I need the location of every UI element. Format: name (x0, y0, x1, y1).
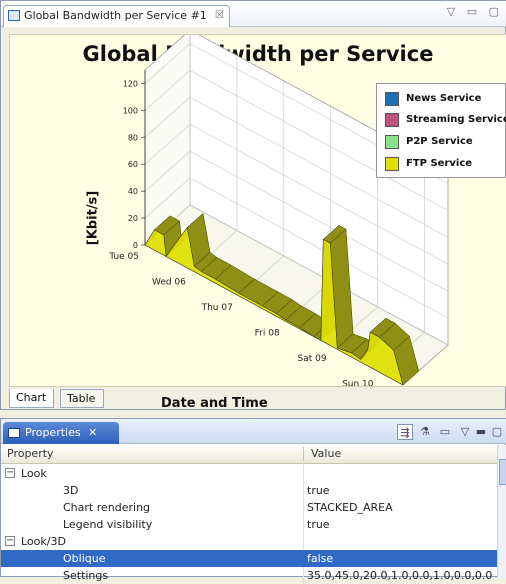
y-tick-label: 40 (128, 187, 138, 196)
property-value[interactable]: 35.0,45.0,20.0,1.0,0.0,1.0,0.0,0.0 (307, 567, 492, 584)
property-label: Legend visibility (63, 518, 153, 531)
minimize-icon[interactable]: ▬ (473, 424, 489, 440)
property-label: Oblique (63, 552, 106, 565)
property-row-oblique[interactable]: Oblique false (1, 550, 497, 567)
property-group-label: Look (21, 467, 47, 480)
properties-toolbar: ⇶ ⚗ ▭ ▽ ▬ ▢ (397, 424, 502, 440)
row-divider (303, 516, 304, 533)
legend-label: P2P Service (406, 136, 473, 147)
y-tick-label: 0 (133, 241, 138, 250)
row-divider (303, 465, 304, 482)
row-divider (303, 533, 304, 550)
row-divider (303, 567, 304, 584)
x-tick-label: Thu 07 (201, 303, 233, 313)
editor-tab-label: Global Bandwidth per Service #1 (24, 9, 207, 22)
y-tick-label: 120 (123, 80, 138, 89)
property-group-look[interactable]: − Look (1, 465, 497, 482)
chart-editor-icon (8, 10, 20, 21)
y-axis-label: [Kbit/s] (85, 190, 101, 246)
property-row-settings[interactable]: Settings 35.0,45.0,20.0,1.0,0.0,1.0,0.0,… (1, 567, 497, 584)
property-label: Chart rendering (63, 501, 151, 514)
property-value[interactable]: STACKED_AREA (307, 499, 393, 516)
property-value[interactable]: true (307, 482, 330, 499)
y-tick-label: 80 (128, 133, 138, 142)
column-value[interactable]: Value (311, 445, 341, 463)
chart-legend: News Service Streaming Service P2P Servi… (376, 83, 506, 178)
row-divider (303, 550, 304, 567)
legend-label: FTP Service (406, 158, 473, 169)
property-value[interactable]: false (307, 550, 333, 567)
legend-swatch (385, 113, 399, 127)
collapse-icon[interactable]: − (5, 468, 15, 478)
properties-tab[interactable]: Properties ✕ (3, 422, 119, 444)
editor-tab[interactable]: Global Bandwidth per Service #1 ☒ (3, 5, 230, 27)
property-value[interactable]: true (307, 516, 330, 533)
x-tick-label: Sun 10 (342, 379, 374, 386)
property-group-label: Look/3D (21, 535, 66, 548)
view-menu-icon[interactable]: ▽ (457, 424, 473, 440)
x-tick-label: Fri 08 (255, 328, 280, 338)
advanced-icon[interactable]: ⚗ (417, 424, 433, 440)
legend-swatch (385, 157, 399, 171)
properties-column-header: Property Value (1, 445, 497, 464)
property-row-3d[interactable]: 3D true (1, 482, 497, 499)
properties-scrollbar[interactable] (497, 445, 506, 578)
legend-swatch (385, 92, 399, 106)
property-group-look-3d[interactable]: − Look/3D (1, 533, 497, 550)
close-icon[interactable]: ✕ (88, 426, 97, 439)
column-divider[interactable] (303, 447, 304, 461)
editor-view-controls[interactable]: ▽ ▭ ▢ (447, 5, 503, 18)
row-divider (303, 499, 304, 516)
properties-title: Properties (25, 426, 81, 439)
y-tick-label: 100 (123, 106, 138, 115)
tab-table[interactable]: Table (60, 389, 104, 408)
properties-view: Properties ✕ ⇶ ⚗ ▭ ▽ ▬ ▢ Property Value … (0, 418, 506, 584)
property-label: Settings (63, 569, 109, 582)
property-row-legend-visibility[interactable]: Legend visibility true (1, 516, 497, 533)
restore-default-icon[interactable]: ▭ (437, 424, 453, 440)
tab-chart[interactable]: Chart (9, 389, 54, 408)
editor-tab-bar: Global Bandwidth per Service #1 ☒ ▽ ▭ ▢ (1, 1, 506, 27)
legend-label: News Service (406, 93, 482, 104)
y-tick-label: 20 (128, 214, 138, 223)
x-axis-label: Date and Time (161, 396, 268, 411)
property-row-chart-rendering[interactable]: Chart rendering STACKED_AREA (1, 499, 497, 516)
chart-editor: Global Bandwidth per Service #1 ☒ ▽ ▭ ▢ … (0, 0, 506, 411)
column-property[interactable]: Property (7, 445, 54, 463)
y-tick-label: 60 (128, 160, 138, 169)
row-divider (303, 482, 304, 499)
properties-icon (8, 428, 20, 438)
scrollbar-thumb[interactable] (499, 459, 506, 485)
collapse-icon[interactable]: − (5, 536, 15, 546)
close-tab-icon[interactable]: ☒ (215, 6, 224, 26)
legend-label: Streaming Service (406, 114, 506, 125)
maximize-icon[interactable]: ▢ (489, 424, 505, 440)
property-label: 3D (63, 484, 79, 497)
chart-canvas: Global Bandwidth per Service 0 20 40 60 80 10… (9, 34, 506, 411)
x-tick-label: Wed 06 (152, 278, 186, 288)
x-tick-label: Sat 09 (298, 354, 327, 364)
x-tick-label: Tue 05 (108, 252, 139, 262)
categories-icon[interactable]: ⇶ (397, 424, 413, 440)
legend-swatch (385, 135, 399, 149)
properties-header: Properties ✕ ⇶ ⚗ ▭ ▽ ▬ ▢ (1, 419, 506, 444)
